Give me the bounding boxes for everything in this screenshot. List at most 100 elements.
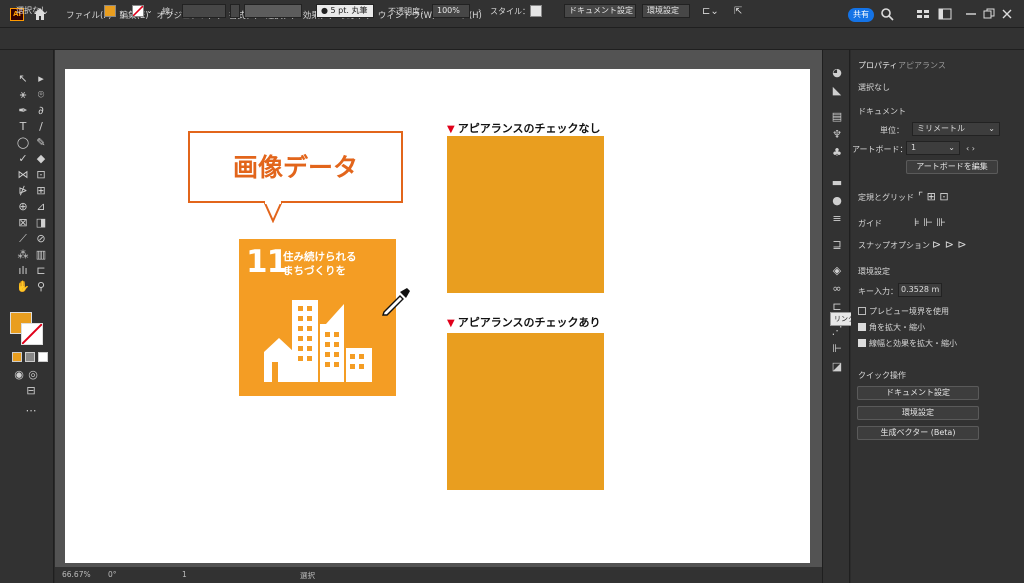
direct-selection-tool-icon[interactable]: ▸ (34, 72, 48, 86)
stroke-color-swatch[interactable] (132, 5, 144, 17)
generative-vector-button[interactable]: 生成ベクター (Beta) (857, 426, 979, 440)
width-tool-icon[interactable]: ⋫ (16, 184, 30, 198)
tab-appearance[interactable]: アピアランス (898, 60, 946, 71)
mesh-tool-icon[interactable]: ⊠ (16, 216, 30, 230)
triangle-marker-icon: ▼ (447, 124, 455, 135)
magic-wand-tool-icon[interactable]: ⚹ (16, 88, 30, 102)
layers-panel-icon[interactable]: ◈ (830, 264, 844, 278)
export-icon[interactable]: ⇱ (734, 6, 742, 17)
line-tool-icon[interactable]: / (34, 120, 48, 134)
units-dropdown[interactable]: ミリメートル ⌄ (912, 122, 1000, 136)
workspace-icon[interactable] (938, 7, 952, 21)
edit-toolbar-icon[interactable]: ⋯ (24, 404, 38, 418)
ruler-grid-icons[interactable]: ⌜ ⊞ ⊡ (918, 190, 949, 203)
links-panel-icon[interactable]: ∞ (830, 282, 844, 296)
arrange-documents-icon[interactable] (916, 7, 930, 21)
section-title-without-appearance: ▼ アピアランスのチェックなし (447, 120, 600, 136)
hand-tool-icon[interactable]: ✋ (16, 280, 30, 294)
minimize-icon[interactable] (964, 7, 978, 21)
variable-width-dropdown[interactable] (230, 4, 240, 18)
key-input-label: キー入力： (858, 287, 898, 296)
color-guide-icon[interactable]: ◣ (830, 84, 844, 98)
zoom-tool-icon[interactable]: ⚲ (34, 280, 48, 294)
image-trace-icon[interactable]: ⊒ (830, 238, 844, 252)
orange-square-without-appearance[interactable] (447, 136, 604, 293)
none-mode-icon[interactable] (38, 352, 48, 362)
slice-tool-icon[interactable]: ⊏ (34, 264, 48, 278)
opacity-field[interactable]: 100% (432, 4, 470, 18)
document-setup-button[interactable]: ドキュメント設定 (564, 4, 636, 18)
pen-tool-icon[interactable]: ✒ (16, 104, 30, 118)
quick-preferences-button[interactable]: 環境設定 (857, 406, 979, 420)
preferences-button[interactable]: 環境設定 (642, 4, 690, 18)
shape-builder-tool-icon[interactable]: ⊕ (16, 200, 30, 214)
preview-bounds-checkbox[interactable]: プレビュー境界を使用 (858, 306, 949, 317)
section-title-text: アピアランスのチェックあり (457, 316, 601, 329)
gradient-tool-icon[interactable]: ◨ (34, 216, 48, 230)
color-panel-icon[interactable]: ◕ (830, 66, 844, 80)
key-input-field[interactable]: 0.3528 m (898, 283, 942, 297)
restore-icon[interactable] (982, 7, 996, 21)
tab-properties[interactable]: プロパティ (858, 60, 898, 71)
stroke-panel-icon[interactable]: ▬ (830, 176, 844, 190)
scale-strokes-checkbox[interactable]: 線幅と効果を拡大・縮小 (858, 338, 957, 349)
swatches-panel-icon[interactable]: ▤ (830, 110, 844, 124)
brush-definition[interactable]: ● 5 pt. 丸筆 (316, 4, 374, 18)
stroke-swatch[interactable] (21, 323, 43, 345)
artboard-dropdown[interactable]: 1 ⌄ (906, 141, 960, 155)
scale-corners-checkbox[interactable]: 角を拡大・縮小 (858, 322, 925, 333)
shaper-tool-icon[interactable]: ✓ (16, 152, 30, 166)
blend-tool-icon[interactable]: ⊘ (34, 232, 48, 246)
color-mode-icon[interactable] (12, 352, 22, 362)
share-button[interactable]: 共有 (848, 8, 874, 22)
fill-color-swatch[interactable] (104, 5, 116, 17)
artboard-number[interactable]: 1 (182, 570, 187, 579)
free-transform-tool-icon[interactable]: ⊞ (34, 184, 48, 198)
quick-doc-setup-button[interactable]: ドキュメント設定 (857, 386, 979, 400)
opacity-arrow-icon[interactable]: › (478, 6, 481, 15)
guide-icons[interactable]: ⊧ ⊩ ⊪ (914, 216, 946, 229)
rotate-tool-icon[interactable]: ⋈ (16, 168, 30, 182)
symbols-panel-icon[interactable]: ♣ (830, 146, 844, 160)
lasso-tool-icon[interactable]: ⌾ (34, 88, 48, 102)
artboard-tool-icon[interactable]: ılı (16, 264, 30, 278)
search-icon[interactable] (880, 7, 894, 21)
snap-icons[interactable]: ⊳ ⊳ ⊳ (932, 238, 967, 251)
eyedropper-tool-icon[interactable]: ⟋ (16, 232, 30, 246)
change-screen-mode-icon[interactable]: ⊟ (24, 384, 38, 398)
transform-panel-icon[interactable]: ⋰ (830, 324, 844, 338)
gradient-mode-icon[interactable] (25, 352, 35, 362)
orange-square-with-appearance[interactable] (447, 333, 604, 490)
screen-mode-icon[interactable]: ◎ (26, 368, 40, 382)
stroke-weight-field[interactable] (182, 4, 226, 18)
gradient-panel-icon[interactable]: ● (830, 194, 844, 208)
selection-tool-icon[interactable]: ↖ (16, 72, 30, 86)
arrange-icon[interactable]: ⊏⌄ (702, 6, 719, 17)
scale-tool-icon[interactable]: ⊡ (34, 168, 48, 182)
paintbrush-tool-icon[interactable]: ✎ (34, 136, 48, 150)
artboard-nav-arrows-icon[interactable]: ‹ › (966, 144, 975, 153)
brushes-panel-icon[interactable]: ♆ (830, 128, 844, 142)
artboard-value: 1 (911, 143, 917, 152)
curvature-tool-icon[interactable]: ∂ (34, 104, 48, 118)
close-icon[interactable] (1000, 7, 1014, 21)
pathfinder-panel-icon[interactable]: ◪ (830, 360, 844, 374)
ellipse-tool-icon[interactable]: ◯ (16, 136, 30, 150)
brush-definition-text: 5 pt. 丸筆 (330, 6, 368, 15)
eraser-tool-icon[interactable]: ◆ (34, 152, 48, 166)
perspective-grid-tool-icon[interactable]: ⊿ (34, 200, 48, 214)
type-tool-icon[interactable]: T (16, 120, 30, 134)
symbol-sprayer-tool-icon[interactable]: ⁂ (16, 248, 30, 262)
edit-artboards-button[interactable]: アートボードを編集 (906, 160, 998, 174)
transparency-panel-icon[interactable]: ≡ (830, 212, 844, 226)
drawing-modes-icon[interactable]: ◉ (12, 368, 26, 382)
artboard[interactable] (65, 69, 810, 563)
variable-width-profile[interactable] (244, 4, 302, 18)
zoom-level[interactable]: 66.67% (62, 570, 91, 579)
fill-dropdown-icon[interactable]: ⌄ (118, 6, 125, 15)
rotation-value[interactable]: 0° (108, 570, 117, 579)
align-panel-icon[interactable]: ⊩ (830, 342, 844, 356)
graphic-style-swatch[interactable] (530, 5, 542, 17)
stroke-dropdown-icon[interactable]: ⌄ (146, 6, 153, 15)
column-graph-tool-icon[interactable]: ▥ (34, 248, 48, 262)
